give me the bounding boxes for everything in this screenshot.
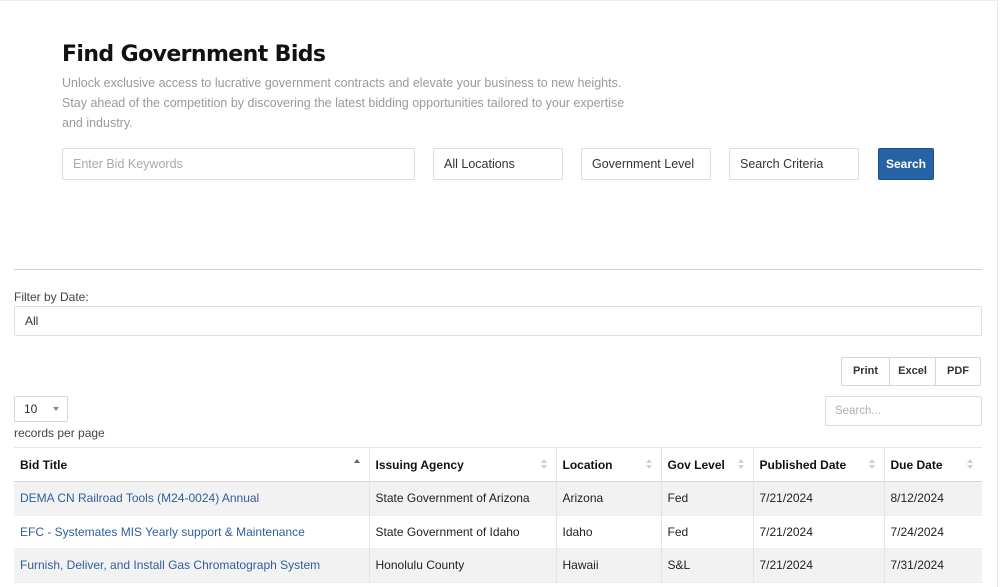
print-button[interactable]: Print [842,358,890,385]
bid-title-link[interactable]: EFC - Systemates MIS Yearly support & Ma… [20,525,305,539]
keywords-input[interactable] [73,150,403,178]
bid-title-cell: Furnish, Deliver, and Install Gas Chroma… [14,548,370,582]
page-title: Find Government Bids [62,42,326,67]
table-header-row: Bid Title Issuing Agency Location Gov Le… [14,447,982,482]
sort-icon [868,459,876,471]
location-select[interactable]: All Locations [433,148,563,180]
table-search-input[interactable] [835,397,975,425]
due-date-cell: 7/31/2024 [890,558,944,573]
sort-icon [737,459,745,471]
page-length-value: 10 [24,402,38,416]
location-cell: Hawaii [556,548,662,582]
page-length-select[interactable]: 10 [14,396,68,422]
table-row: DEMA CN Railroad Tools (M24-0024) Annual… [14,481,982,515]
table-search-field[interactable] [825,396,982,426]
chevron-down-icon [53,407,59,411]
keywords-field[interactable] [62,148,415,180]
published-date-cell: 7/21/2024 [753,515,885,549]
table-row: EFC - Systemates MIS Yearly support & Ma… [14,515,982,549]
date-filter-select[interactable]: All [14,306,982,336]
government-level-select[interactable]: Government Level [581,148,711,180]
gov-level-cell: Fed [661,481,754,515]
column-header-location[interactable]: Location [556,447,662,482]
due-date-cell: 8/12/2024 [890,491,944,506]
bids-table: Bid Title Issuing Agency Location Gov Le… [14,447,982,583]
sort-icon [645,459,653,471]
search-criteria-select[interactable]: Search Criteria [729,148,859,180]
issuing-agency-cell: State Government of Arizona [369,481,557,515]
page-length-label: records per page [14,426,105,440]
location-cell: Arizona [556,481,662,515]
location-cell: Idaho [556,515,662,549]
export-button-group: Print Excel PDF [841,357,981,386]
sort-icon [967,459,974,471]
gov-level-cell: Fed [661,515,754,549]
hero-section: Find Government Bids Unlock exclusive ac… [62,40,942,133]
sort-icon [540,459,548,471]
due-date-cell: 7/24/2024 [890,524,944,539]
sort-ascending-icon [353,459,361,471]
pdf-button[interactable]: PDF [936,358,980,385]
bid-title-cell: DEMA CN Railroad Tools (M24-0024) Annual [14,481,370,515]
page-description: Unlock exclusive access to lucrative gov… [62,76,625,130]
column-header-published-date[interactable]: Published Date [753,447,885,482]
date-filter-label: Filter by Date: [14,290,89,304]
column-header-bid-title[interactable]: Bid Title [14,447,370,482]
table-row: Furnish, Deliver, and Install Gas Chroma… [14,548,982,582]
issuing-agency-cell: State Government of Idaho [369,515,557,549]
excel-button[interactable]: Excel [890,358,936,385]
column-header-due-date[interactable]: Due Date [884,448,982,482]
section-divider [14,269,982,270]
bid-title-link[interactable]: Furnish, Deliver, and Install Gas Chroma… [20,558,320,572]
issuing-agency-cell: Honolulu County [369,548,557,582]
gov-level-cell: S&L [661,548,754,582]
bid-title-link[interactable]: DEMA CN Railroad Tools (M24-0024) Annual [20,491,259,505]
column-header-issuing-agency[interactable]: Issuing Agency [369,447,557,482]
published-date-cell: 7/21/2024 [753,481,885,515]
search-button[interactable]: Search [878,148,934,180]
column-header-gov-level[interactable]: Gov Level [661,447,754,482]
published-date-cell: 7/21/2024 [753,548,885,582]
bid-title-cell: EFC - Systemates MIS Yearly support & Ma… [14,515,370,549]
